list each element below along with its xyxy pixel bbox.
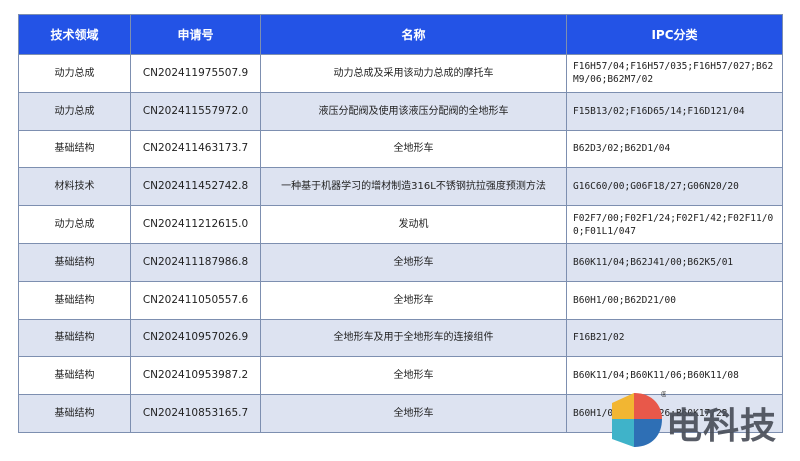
cell-title: 全地形车 (260, 280, 567, 320)
cell-application-number: CN202410957026.9 (130, 318, 261, 358)
cell-tech-field: 动力总成 (18, 91, 131, 131)
cell-tech-field: 基础结构 (18, 129, 131, 169)
table-row: 动力总成 CN202411975507.9 动力总成及采用该动力总成的摩托车 F16H… (18, 54, 783, 93)
table-row: 基础结构 CN202410957026.9 全地形车及用于全地形车的连接组件 F16B… (18, 318, 783, 358)
cell-title: 全地形车 (260, 242, 567, 282)
patent-table: 技术领域 申请号 名称 IPC分类 动力总成 CN202411975507.9 动力… (18, 14, 783, 433)
table-header-row: 技术领域 申请号 名称 IPC分类 (18, 14, 783, 55)
table-row: 基础结构 CN202411463173.7 全地形车 B62D3/02;B62D1/0… (18, 129, 783, 169)
cell-ipc: F15B13/02;F16D65/14;F16D121/04 (566, 91, 783, 131)
cell-application-number: CN202411557972.0 (130, 91, 261, 131)
logo-segment (612, 393, 634, 419)
cell-tech-field: 基础结构 (18, 318, 131, 358)
cell-application-number: CN202410853165.7 (130, 394, 261, 433)
cell-title: 动力总成及采用该动力总成的摩托车 (260, 54, 567, 93)
cell-title: 一种基于机器学习的增材制造316L不锈钢抗拉强度预测方法 (260, 167, 567, 207)
cell-title: 液压分配阀及使用该液压分配阀的全地形车 (260, 91, 567, 131)
cell-title: 全地形车及用于全地形车的连接组件 (260, 318, 567, 358)
cell-title: 全地形车 (260, 129, 567, 169)
cell-tech-field: 基础结构 (18, 356, 131, 396)
logo-text: 电科技 (666, 406, 778, 447)
cell-tech-field: 基础结构 (18, 242, 131, 282)
cell-application-number: CN202411212615.0 (130, 205, 261, 244)
cell-application-number: CN202411975507.9 (130, 54, 261, 93)
cell-application-number: CN202411187986.8 (130, 242, 261, 282)
cell-tech-field: 基础结构 (18, 394, 131, 433)
cell-application-number: CN202411463173.7 (130, 129, 261, 169)
cell-ipc: B60K11/04;B62J41/00;B62K5/01 (566, 242, 783, 282)
cell-ipc: B62D3/02;B62D1/04 (566, 129, 783, 169)
cell-ipc: F16H57/04;F16H57/035;F16H57/027;B62M9/06… (566, 54, 783, 93)
cell-ipc: F16B21/02 (566, 318, 783, 358)
cell-application-number: CN202411452742.8 (130, 167, 261, 207)
brand-logo: ® 电科技 (608, 387, 788, 453)
header-ipc: IPC分类 (566, 14, 783, 55)
logo-segment (634, 419, 662, 447)
cell-application-number: CN202411050557.6 (130, 280, 261, 320)
logo-mark-icon: ® (612, 390, 666, 447)
table-row: 动力总成 CN202411557972.0 液压分配阀及使用该液压分配阀的全地形车 F… (18, 91, 783, 131)
cell-ipc: B60H1/00;B62D21/00 (566, 280, 783, 320)
patent-table-container: 技术领域 申请号 名称 IPC分类 动力总成 CN202411975507.9 动力… (18, 14, 783, 433)
cell-tech-field: 动力总成 (18, 205, 131, 244)
cell-application-number: CN202410953987.2 (130, 356, 261, 396)
table-row: 基础结构 CN202411050557.6 全地形车 B60H1/00;B62D21/… (18, 280, 783, 320)
table-row: 动力总成 CN202411212615.0 发动机 F02F7/00;F02F1/24… (18, 205, 783, 244)
table-row: 材料技术 CN202411452742.8 一种基于机器学习的增材制造316L不锈钢… (18, 167, 783, 207)
cell-tech-field: 材料技术 (18, 167, 131, 207)
cell-ipc: F02F7/00;F02F1/24;F02F1/42;F02F11/00;F01… (566, 205, 783, 244)
table-row: 基础结构 CN202411187986.8 全地形车 B60K11/04;B62J41… (18, 242, 783, 282)
cell-title: 全地形车 (260, 394, 567, 433)
header-tech-field: 技术领域 (18, 14, 131, 55)
header-application-number: 申请号 (130, 14, 261, 55)
logo-segment (612, 419, 634, 447)
cell-tech-field: 动力总成 (18, 54, 131, 93)
cell-ipc: G16C60/00;G06F18/27;G06N20/20 (566, 167, 783, 207)
cell-tech-field: 基础结构 (18, 280, 131, 320)
cell-title: 发动机 (260, 205, 567, 244)
logo-segment (634, 393, 662, 419)
cell-title: 全地形车 (260, 356, 567, 396)
header-title: 名称 (260, 14, 567, 55)
